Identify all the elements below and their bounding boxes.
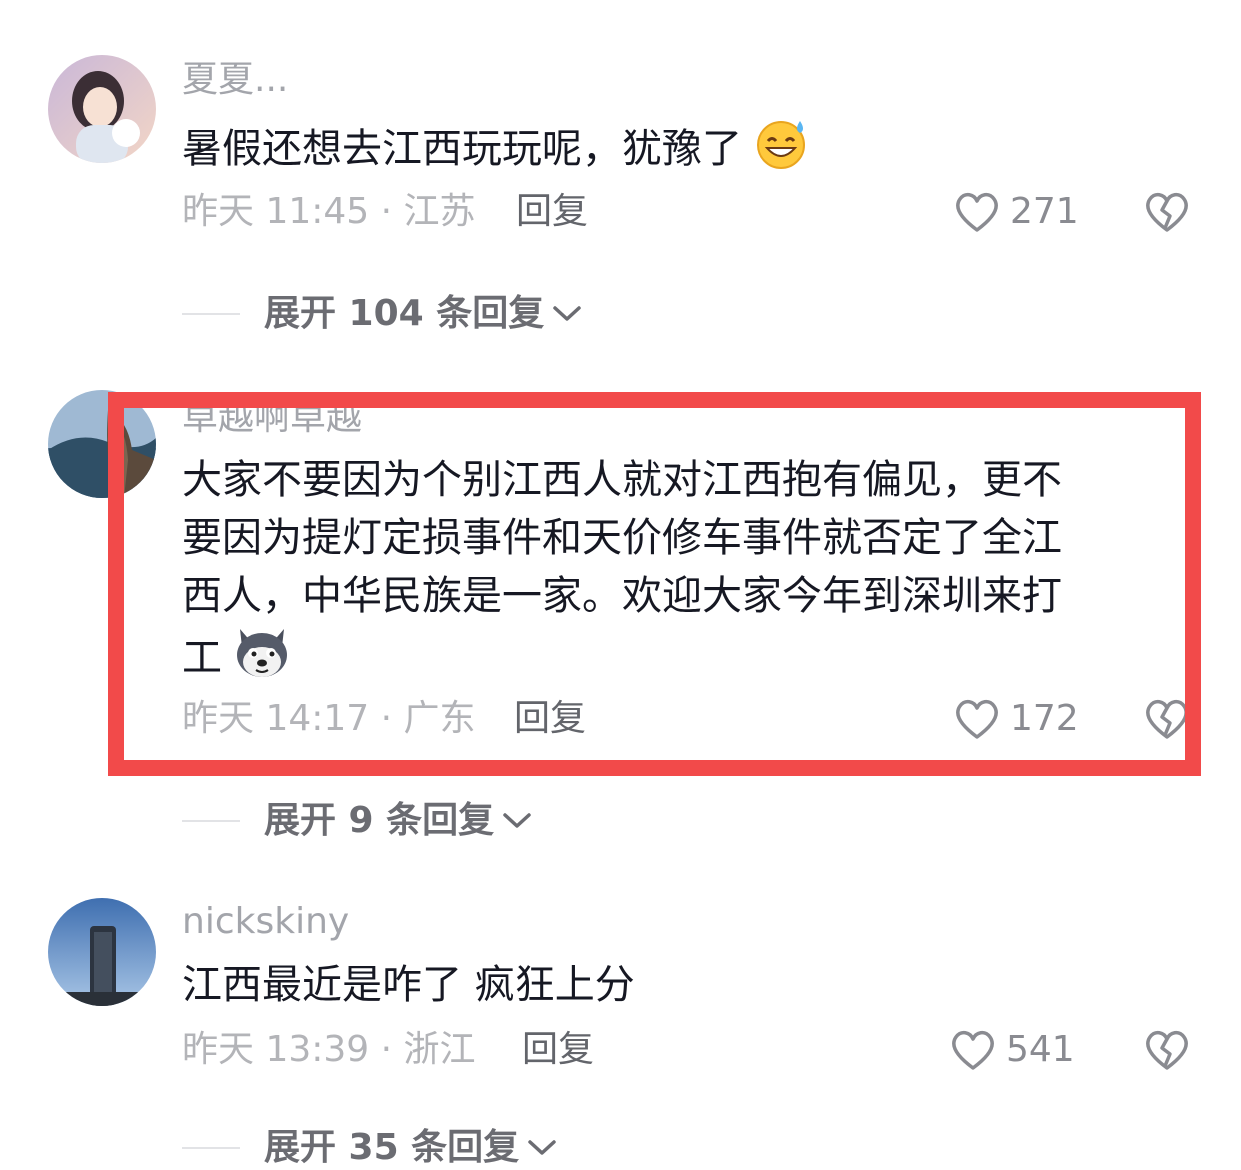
comment-text: 暑假还想去江西玩玩呢，犹豫了 xyxy=(182,117,810,185)
broken-heart-icon[interactable] xyxy=(1142,697,1192,745)
comment-timestamp: 昨天 11:45 · 江苏 xyxy=(182,191,476,232)
comment-text: 江西最近是咋了 疯狂上分 xyxy=(182,956,635,1014)
heart-icon xyxy=(952,1030,994,1070)
comment-text-line: 工 xyxy=(182,635,222,681)
broken-heart-icon[interactable] xyxy=(1142,1028,1192,1076)
like-button[interactable]: 172 xyxy=(952,697,1079,741)
avatar[interactable] xyxy=(48,898,156,1006)
avatar-image xyxy=(48,390,156,498)
comment-text-line: 大家不要因为个别江西人就对江西抱有偏见，更不 xyxy=(182,457,1062,503)
avatar-image xyxy=(48,55,156,163)
chevron-down-icon xyxy=(553,306,581,321)
like-count: 271 xyxy=(1010,191,1079,232)
expand-replies-label: 展开 9 条回复 xyxy=(264,800,495,841)
divider xyxy=(182,820,240,822)
expand-replies-label: 展开 35 条回复 xyxy=(264,1127,520,1168)
divider xyxy=(182,313,240,315)
broken-heart-icon[interactable] xyxy=(1142,190,1192,238)
husky-emoji-icon xyxy=(232,625,292,695)
avatar[interactable] xyxy=(48,55,156,163)
comment-text-line-wrap: 工 xyxy=(182,625,1062,695)
comment-timestamp: 昨天 13:39 · 浙江 xyxy=(182,1029,476,1070)
like-count: 172 xyxy=(1010,698,1079,739)
expand-replies-button[interactable]: 展开 35 条回复 xyxy=(182,1126,557,1170)
reply-button[interactable]: 回复 xyxy=(514,697,586,741)
like-button[interactable]: 271 xyxy=(952,190,1079,234)
chevron-down-icon xyxy=(528,1140,556,1155)
comment-username[interactable]: 卓越啊卓越 xyxy=(182,396,362,440)
reply-button[interactable]: 回复 xyxy=(516,190,588,234)
comment-text-line: 西人，中华民族是一家。欢迎大家今年到深圳来打 xyxy=(182,573,1062,619)
expand-replies-button[interactable]: 展开 104 条回复 xyxy=(182,292,582,336)
grin-sweat-emoji-icon xyxy=(752,117,810,185)
like-button[interactable]: 541 xyxy=(948,1028,1075,1072)
comment-text: 大家不要因为个别江西人就对江西抱有偏见，更不 要因为提灯定损事件和天价修车事件就… xyxy=(182,451,1062,695)
chevron-down-icon xyxy=(503,813,531,828)
avatar-image xyxy=(48,898,156,1006)
expand-replies-label: 展开 104 条回复 xyxy=(264,293,545,334)
comment-username[interactable]: nickskiny xyxy=(182,900,349,944)
comment-username[interactable]: 夏夏... xyxy=(182,58,288,102)
expand-replies-button[interactable]: 展开 9 条回复 xyxy=(182,799,532,843)
like-count: 541 xyxy=(1006,1029,1075,1070)
comment-text-line: 江西最近是咋了 疯狂上分 xyxy=(182,962,635,1008)
comment-text-line: 暑假还想去江西玩玩呢，犹豫了 xyxy=(182,126,742,172)
comment-text-line: 要因为提灯定损事件和天价修车事件就否定了全江 xyxy=(182,515,1062,561)
heart-icon xyxy=(956,699,998,739)
reply-button[interactable]: 回复 xyxy=(522,1028,594,1072)
avatar[interactable] xyxy=(48,390,156,498)
heart-icon xyxy=(956,192,998,232)
divider xyxy=(182,1147,240,1149)
comment-timestamp: 昨天 14:17 · 广东 xyxy=(182,698,476,739)
